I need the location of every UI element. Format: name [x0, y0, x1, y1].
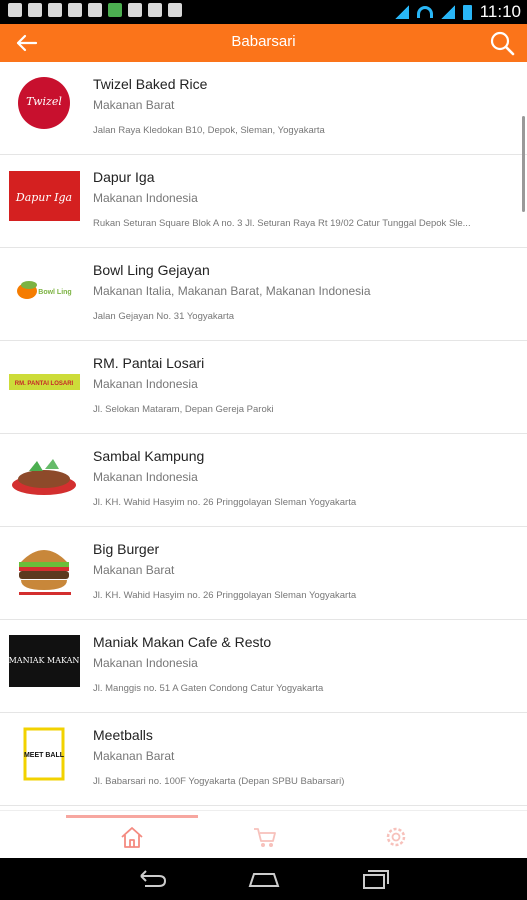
home-icon[interactable] — [119, 825, 145, 849]
list-item[interactable]: RM. PANTAI LOSARI RM. Pantai Losari Maka… — [0, 341, 527, 434]
logo-text: MANIAK MAKAN — [9, 656, 79, 665]
restaurant-address: Rukan Seturan Square Blok A no. 3 Jl. Se… — [93, 218, 471, 229]
restaurant-name: Meetballs — [93, 727, 153, 743]
message-icon — [148, 3, 162, 17]
restaurant-name: Dapur Iga — [93, 169, 155, 185]
photo-icon — [168, 3, 182, 17]
clock: 11:10 — [479, 2, 521, 21]
list-item[interactable]: Twizel Twizel Baked Rice Makanan Barat J… — [0, 62, 527, 155]
app-bar: Babarsari — [0, 24, 527, 62]
cell-signal-icon — [440, 5, 455, 19]
logo-text: Dapur Iga — [15, 191, 72, 204]
restaurant-address: Jl. KH. Wahid Hasyim no. 26 Pringgolayan… — [93, 497, 357, 508]
restaurant-logo: RM. PANTAI LOSARI — [9, 354, 80, 410]
logo-text: Twizel — [26, 95, 62, 108]
restaurant-list[interactable]: Twizel Twizel Baked Rice Makanan Barat J… — [0, 62, 527, 810]
restaurant-address: Jl. Babarsari no. 100F Yogyakarta (Depan… — [93, 776, 345, 787]
logo-text: RM. PANTAI LOSARI — [15, 381, 74, 387]
cart-icon[interactable] — [252, 825, 278, 849]
scrollbar[interactable] — [522, 116, 525, 212]
notification-icons — [8, 3, 182, 17]
restaurant-logo: Twizel — [9, 75, 80, 131]
list-item[interactable]: MEET BALL Meetballs Makanan Barat Jl. Ba… — [0, 713, 527, 806]
app-icon — [108, 3, 122, 17]
home-button-icon[interactable] — [246, 866, 282, 892]
restaurant-category: Makanan Indonesia — [93, 191, 198, 205]
notification-icon — [8, 3, 22, 17]
list-item[interactable]: Sambal Kampung Makanan Indonesia Jl. KH.… — [0, 434, 527, 527]
list-item[interactable]: MANIAK MAKAN Maniak Makan Cafe & Resto M… — [0, 620, 527, 713]
restaurant-category: Makanan Italia, Makanan Barat, Makanan I… — [93, 284, 371, 298]
system-nav-bar — [0, 858, 527, 900]
list-item[interactable]: Bowl Ling Bowl Ling Gejayan Makanan Ital… — [0, 248, 527, 341]
restaurant-category: Makanan Barat — [93, 563, 175, 577]
restaurant-name: Maniak Makan Cafe & Resto — [93, 634, 272, 650]
restaurant-logo: Dapur Iga — [9, 168, 80, 224]
list-item[interactable]: Big Burger Makanan Barat Jl. KH. Wahid H… — [0, 527, 527, 620]
restaurant-logo — [9, 447, 80, 503]
restaurant-address: Jl. Manggis no. 51 A Gaten Condong Catur… — [93, 683, 324, 694]
restaurant-address: Jl. Selokan Mataram, Depan Gereja Paroki — [93, 404, 274, 415]
restaurant-name: Twizel Baked Rice — [93, 76, 208, 92]
restaurant-logo: MANIAK MAKAN — [9, 633, 80, 689]
restaurant-name: Bowl Ling Gejayan — [93, 262, 210, 278]
restaurant-name: Sambal Kampung — [93, 448, 205, 464]
signal-icon — [394, 5, 409, 19]
recent-apps-icon[interactable] — [358, 866, 394, 892]
logo-text: Bowl Ling — [38, 289, 71, 296]
chat-icon — [68, 3, 82, 17]
restaurant-logo — [9, 540, 80, 596]
restaurant-name: Big Burger — [93, 541, 160, 557]
restaurant-address: Jalan Gejayan No. 31 Yogyakarta — [93, 311, 235, 322]
restaurant-category: Makanan Indonesia — [93, 656, 198, 670]
restaurant-address: Jalan Raya Kledokan B10, Depok, Sleman, … — [93, 125, 325, 136]
search-icon[interactable] — [489, 30, 515, 56]
logo-text: MEET BALL — [24, 752, 65, 759]
bottom-nav — [0, 810, 527, 859]
restaurant-logo: MEET BALL — [9, 726, 80, 782]
restaurant-category: Makanan Indonesia — [93, 377, 198, 391]
battery-icon — [462, 4, 472, 20]
back-icon[interactable] — [133, 866, 169, 892]
restaurant-logo: Bowl Ling — [9, 261, 80, 317]
list-item[interactable]: Dapur Iga Dapur Iga Makanan Indonesia Ru… — [0, 155, 527, 248]
gear-icon[interactable] — [383, 825, 409, 849]
restaurant-category: Makanan Indonesia — [93, 470, 198, 484]
restaurant-address: Jl. KH. Wahid Hasyim no. 26 Pringgolayan… — [93, 590, 357, 601]
restaurant-name: RM. Pantai Losari — [93, 355, 205, 371]
tools-icon — [88, 3, 102, 17]
wifi-icon — [416, 6, 433, 18]
instagram-icon — [128, 3, 142, 17]
active-tab-indicator — [66, 815, 198, 818]
whatsapp-icon — [48, 3, 62, 17]
status-bar: 11:10 — [0, 0, 527, 24]
image-icon — [28, 3, 42, 17]
restaurant-category: Makanan Barat — [93, 749, 175, 763]
page-title: Babarsari — [231, 33, 296, 50]
restaurant-category: Makanan Barat — [93, 98, 175, 112]
